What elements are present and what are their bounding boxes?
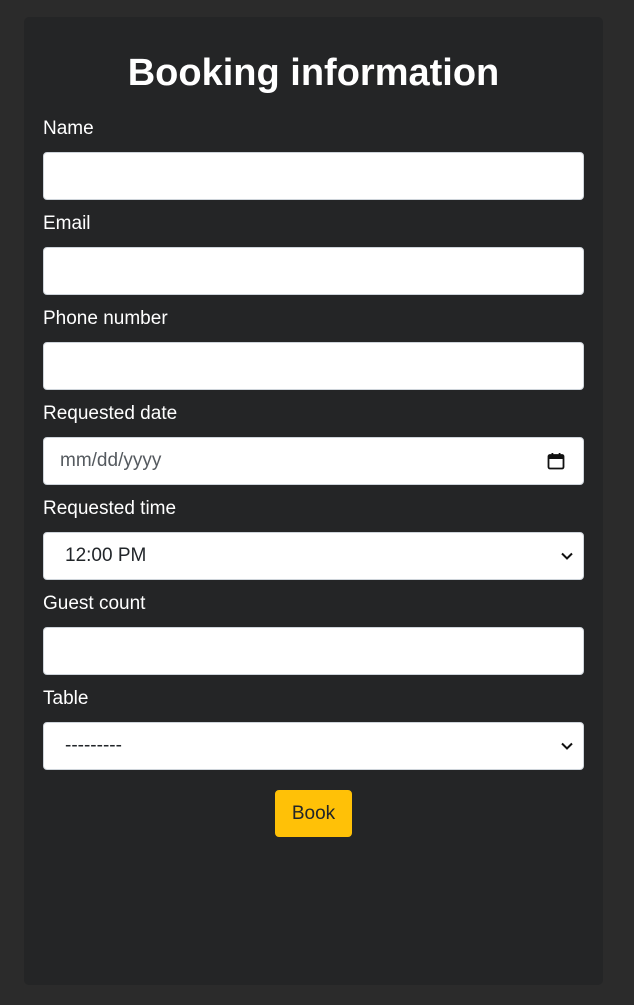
phone-input[interactable] <box>44 343 583 389</box>
book-button[interactable]: Book <box>275 790 352 837</box>
email-input-box[interactable] <box>43 247 584 295</box>
booking-card: Booking information Name Email Phone num… <box>24 17 603 985</box>
table-selected-value: --------- <box>65 735 122 756</box>
page-title: Booking information <box>127 52 500 94</box>
table-select[interactable]: --------- <box>43 722 584 770</box>
table-label: Table <box>43 688 89 709</box>
phone-input-box[interactable] <box>43 342 584 390</box>
time-label: Requested time <box>43 498 177 519</box>
email-label: Email <box>43 213 91 234</box>
name-input-box[interactable] <box>43 152 584 200</box>
guests-label: Guest count <box>43 593 146 614</box>
time-selected-value: 12:00 PM <box>65 545 147 566</box>
date-field-group: Requested date mm/dd/yyyy <box>43 390 584 485</box>
chevron-down-icon <box>561 740 573 752</box>
time-field-group: Requested time 12:00 PM <box>43 485 584 580</box>
date-placeholder: mm/dd/yyyy <box>60 450 162 471</box>
calendar-icon[interactable] <box>547 452 565 470</box>
date-input[interactable]: mm/dd/yyyy <box>43 437 584 485</box>
date-label: Requested date <box>43 403 178 424</box>
table-field-group: Table --------- <box>43 675 584 770</box>
name-input[interactable] <box>44 153 583 199</box>
name-label: Name <box>43 118 94 139</box>
guests-input-box[interactable] <box>43 627 584 675</box>
phone-field-group: Phone number <box>43 295 584 390</box>
phone-label: Phone number <box>43 308 168 329</box>
guest-count-input[interactable] <box>44 628 583 674</box>
email-field-group: Email <box>43 200 584 295</box>
name-field-group: Name <box>43 105 584 200</box>
guests-field-group: Guest count <box>43 580 584 675</box>
email-input[interactable] <box>44 248 583 294</box>
time-select[interactable]: 12:00 PM <box>43 532 584 580</box>
submit-row: Book <box>43 770 584 837</box>
chevron-down-icon <box>561 550 573 562</box>
